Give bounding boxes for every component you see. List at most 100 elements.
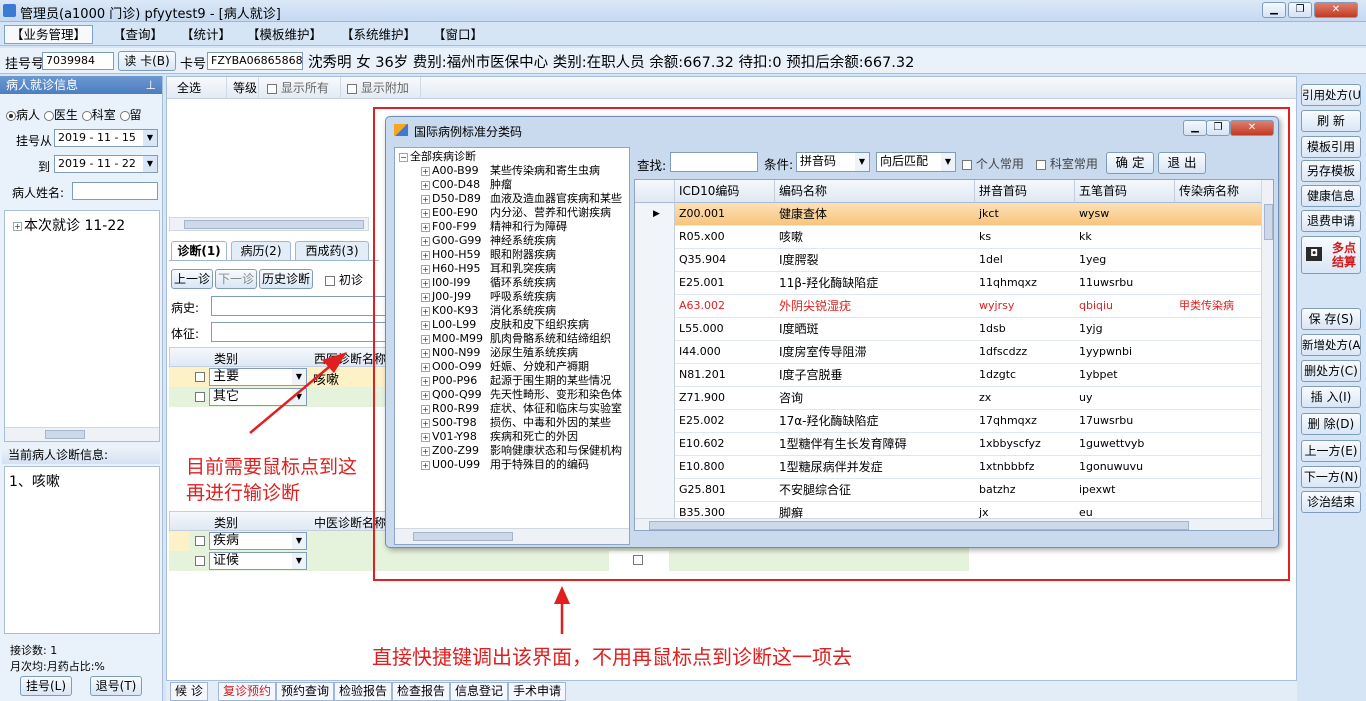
read-card-button[interactable]: 读 卡(B) <box>118 51 176 71</box>
expand-icon[interactable]: + <box>421 432 430 442</box>
tree-category-item[interactable]: + S00-T98 损伤、中毒和外因的某些 <box>421 416 611 430</box>
diag-type-select[interactable]: 主要 ▼ <box>209 368 307 386</box>
grid-header-pinyin[interactable]: 拼音首码 <box>975 180 1075 203</box>
condition-select[interactable]: 拼音码 ▼ <box>796 152 870 172</box>
tree-category-item[interactable]: + M00-M99 肌肉骨骼系统和结缔组织 <box>421 332 611 346</box>
expand-icon[interactable]: + <box>421 320 430 330</box>
tree-hscrollbar[interactable] <box>395 528 629 544</box>
maximize-icon[interactable]: ❐ <box>1288 2 1312 18</box>
tree-category-item[interactable]: + N00-N99 泌尿生殖系统疾病 <box>421 346 578 360</box>
radio-patient[interactable] <box>6 110 16 121</box>
ok-button[interactable]: 确 定 <box>1106 152 1154 174</box>
expand-icon[interactable]: + <box>421 334 430 344</box>
tree-category-item[interactable]: + V01-Y98 疾病和死亡的外因 <box>421 430 578 444</box>
calendar-dropdown-icon[interactable]: ▼ <box>143 156 157 172</box>
date-from-field[interactable]: 2019 - 11 - 15 ▼ <box>54 129 158 147</box>
tree-hscrollbar[interactable] <box>5 427 159 441</box>
icd-row[interactable]: ▶ Z00.001 健康查体 jkct wysw <box>635 203 1273 226</box>
expand-icon[interactable]: + <box>421 446 430 456</box>
multi-settlement-button[interactable]: ◘ 多点结算 <box>1301 236 1361 274</box>
chevron-down-icon[interactable]: ▼ <box>292 389 306 405</box>
row-selector[interactable] <box>635 433 675 456</box>
icd-row[interactable]: G25.801 不安腿综合征 batzhz ipexwt <box>635 479 1273 502</box>
chevron-down-icon[interactable]: ▼ <box>292 369 306 385</box>
pin-icon[interactable]: ⊥ <box>146 76 156 94</box>
exit-button[interactable]: 退 出 <box>1158 152 1206 174</box>
expand-icon[interactable]: + <box>421 292 430 302</box>
grid-header-name[interactable]: 编码名称 <box>775 180 975 203</box>
tree-category-item[interactable]: + H00-H59 眼和附器疾病 <box>421 248 556 262</box>
rx-hscrollbar[interactable] <box>169 217 369 231</box>
menu-stats[interactable]: 【统计】 <box>174 25 238 44</box>
menu-business[interactable]: 【业务管理】 <box>4 25 94 44</box>
row-checkbox[interactable] <box>195 536 205 546</box>
row-selector[interactable] <box>635 249 675 272</box>
tree-category-item[interactable]: + J00-J99 呼吸系统疾病 <box>421 290 556 304</box>
diag-type-select[interactable]: 其它 ▼ <box>209 388 307 406</box>
icd-row[interactable]: N81.201 Ⅰ度子宫脱垂 1dzgtc 1ybpet <box>635 364 1273 387</box>
reg-no-field[interactable]: 7039984 <box>42 52 114 70</box>
tab-medical-record[interactable]: 病历(2) <box>231 241 291 260</box>
tcm-type-select[interactable]: 证候 ▼ <box>209 552 307 570</box>
select-all-header[interactable]: 全选 <box>173 77 227 99</box>
date-to-field[interactable]: 2019 - 11 - 22 ▼ <box>54 155 158 173</box>
row-checkbox[interactable] <box>195 556 205 566</box>
radio-stay[interactable] <box>119 110 130 121</box>
menu-query[interactable]: 【查询】 <box>106 25 170 44</box>
close-icon[interactable]: ✕ <box>1314 2 1358 18</box>
tree-category-item[interactable]: + P00-P96 起源于围生期的某些情况 <box>421 374 611 388</box>
minimize-icon[interactable]: ▁ <box>1262 2 1286 18</box>
diag-name-cell[interactable]: 咳嗽 <box>313 369 339 388</box>
icd-row[interactable]: E25.001 11β-羟化酶缺陷症 11qhmqxz 11uwsrbu <box>635 272 1273 295</box>
row-selector[interactable] <box>635 364 675 387</box>
icd-row[interactable]: E10.602 1型糖伴有生长发育障碍 1xbbyscfyz 1guwettvyb <box>635 433 1273 456</box>
icd-row[interactable]: I44.000 Ⅰ度房室传导阻滞 1dfscdzz 1yypwnbi <box>635 341 1273 364</box>
tree-category-item[interactable]: + U00-U99 用于特殊目的的编码 <box>421 458 589 472</box>
row-checkbox[interactable] <box>195 392 205 402</box>
tab-western-medicine[interactable]: 西成药(3) <box>295 241 369 260</box>
tree-category-item[interactable]: + Z00-Z99 影响健康状态和与保健机构 <box>421 444 622 458</box>
register-button[interactable]: 挂号(L) <box>20 676 72 696</box>
prev-diag-button[interactable]: 上一诊 <box>171 269 213 289</box>
grid-header-infectious[interactable]: 传染病名称 <box>1175 180 1263 203</box>
save-template-button[interactable]: 另存模板 <box>1301 160 1361 182</box>
chevron-down-icon[interactable]: ▼ <box>855 153 869 171</box>
tree-category-item[interactable]: + F00-F99 精神和行为障碍 <box>421 220 567 234</box>
row-selector[interactable]: ▶ <box>635 203 675 226</box>
prev-prescription-button[interactable]: 上一方(E) <box>1301 440 1361 462</box>
expand-icon[interactable]: + <box>421 376 430 386</box>
tree-category-item[interactable]: + E00-E90 内分泌、营养和代谢疾病 <box>421 206 611 220</box>
chevron-down-icon[interactable]: ▼ <box>292 533 306 549</box>
menu-window[interactable]: 【窗口】 <box>426 25 490 44</box>
row-selector[interactable] <box>635 387 675 410</box>
expand-icon[interactable]: + <box>421 264 430 274</box>
expand-icon[interactable]: + <box>421 390 430 400</box>
history-diag-button[interactable]: 历史诊断 <box>259 269 313 289</box>
tree-category-item[interactable]: + R00-R99 症状、体征和临床与实验室 <box>421 402 622 416</box>
calendar-dropdown-icon[interactable]: ▼ <box>143 130 157 146</box>
row-selector[interactable] <box>635 226 675 249</box>
row-checkbox[interactable] <box>195 372 205 382</box>
patient-name-input[interactable] <box>72 182 158 200</box>
tree-category-item[interactable]: + D50-D89 血液及造血器官疾病和某些 <box>421 192 622 206</box>
visit-tree-item[interactable]: + 本次就诊 11-22 <box>13 215 125 235</box>
next-prescription-button[interactable]: 下一方(N) <box>1301 466 1361 488</box>
save-button[interactable]: 保 存(S) <box>1301 308 1361 330</box>
show-all-checkbox[interactable]: 显示所有 <box>263 77 341 99</box>
dept-common-checkbox[interactable]: 科室常用 <box>1036 155 1098 172</box>
tab-info-register[interactable]: 信息登记 <box>450 682 509 701</box>
refresh-button[interactable]: 刷 新 <box>1301 110 1361 132</box>
tree-category-item[interactable]: + K00-K93 消化系统疾病 <box>421 304 556 318</box>
dialog-close-icon[interactable]: ✕ <box>1230 120 1274 136</box>
card-no-field[interactable]: FZYBA06865868 <box>207 52 303 70</box>
row-selector[interactable] <box>635 456 675 479</box>
grid-header-code[interactable]: ICD10编码 <box>675 180 775 203</box>
menu-template[interactable]: 【模板维护】 <box>240 25 329 44</box>
delete-prescription-button[interactable]: 删处方(C) <box>1301 360 1361 382</box>
grid-header-wubi[interactable]: 五笔首码 <box>1075 180 1175 203</box>
template-cite-button[interactable]: 模板引用 <box>1301 136 1361 158</box>
radio-doctor[interactable] <box>43 110 54 121</box>
radio-dept[interactable] <box>81 110 92 121</box>
row-selector[interactable] <box>635 410 675 433</box>
expand-icon[interactable]: + <box>421 180 430 190</box>
